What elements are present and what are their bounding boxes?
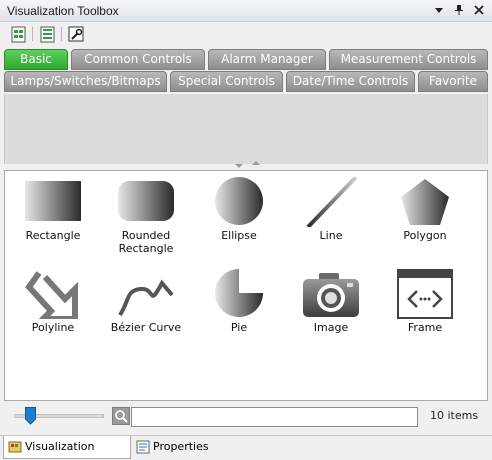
toolbox-icon (8, 441, 22, 453)
toolbox-item-label: Pie (230, 321, 248, 334)
document-tabs: Visualization Toolbox Properties (0, 435, 492, 460)
tab-common-controls[interactable]: Common Controls (71, 49, 205, 70)
toolbar-separator (32, 27, 33, 41)
splitter-grip-icon (252, 161, 260, 165)
window-titlebar: Visualization Toolbox (0, 0, 492, 22)
toolbox-item-polyline[interactable]: Polyline (13, 265, 93, 355)
toolbox-item-label: Image (313, 321, 349, 334)
toolbox-item-line[interactable]: Line (291, 173, 371, 263)
tab-content-area (4, 94, 488, 164)
doc-tab-properties[interactable]: Properties (132, 436, 222, 459)
window-title: Visualization Toolbox (7, 4, 119, 18)
search-input[interactable] (131, 407, 418, 427)
doc-tab-label: Visualization Toolbox (25, 440, 95, 453)
item-count: 10 items (430, 409, 479, 422)
toolbox-grid-button[interactable] (38, 25, 56, 43)
toolbox-item-image[interactable]: Image (291, 265, 371, 355)
bezier-curve-icon (118, 279, 174, 317)
toolbox-items-panel: Rectangle Rounded Rectangle Ellipse Line… (4, 170, 488, 401)
camera-icon (303, 273, 359, 317)
dropdown-arrow-icon[interactable] (432, 3, 446, 17)
tab-favorite[interactable]: Favorite (418, 71, 488, 92)
doc-tab-label: Properties (153, 440, 209, 453)
polygon-icon (401, 179, 449, 225)
toolbox-item-bezier-curve[interactable]: Bézier Curve (106, 265, 186, 355)
properties-icon (136, 440, 150, 454)
toolbar-separator (61, 27, 62, 41)
tab-basic[interactable]: Basic (4, 49, 68, 70)
doc-tab-visualization-toolbox[interactable]: Visualization Toolbox (3, 436, 131, 459)
toolbox-toolbar (0, 22, 492, 46)
tab-date-time-controls[interactable]: Date/Time Controls (286, 71, 415, 92)
pin-icon[interactable] (452, 3, 466, 17)
toolbox-item-frame[interactable]: Frame (385, 265, 465, 355)
splitter-grip-icon (235, 164, 243, 168)
toolbox-item-label: Polygon (403, 229, 447, 242)
rounded-rectangle-icon (118, 181, 174, 221)
toolbox-item-pie[interactable]: Pie (199, 265, 279, 355)
polyline-icon (25, 271, 78, 319)
tab-alarm-manager[interactable]: Alarm Manager (208, 49, 326, 70)
pie-icon (215, 269, 263, 317)
toolbox-item-label: Ellipse (221, 229, 257, 242)
zoom-icon[interactable] (112, 407, 130, 425)
toolbox-item-polygon[interactable]: Polygon (385, 173, 465, 263)
toolbox-list-icon (11, 26, 26, 43)
tab-special-controls[interactable]: Special Controls (170, 71, 283, 92)
toolbox-bottombar: 10 items (0, 401, 492, 435)
toolbox-item-label: Rounded Rectangle (118, 229, 174, 255)
toolbox-item-label: Line (319, 229, 343, 242)
customize-icon (68, 26, 84, 42)
tab-lamps-switches-bitmaps[interactable]: Lamps/Switches/Bitmaps (4, 71, 167, 92)
toolbox-item-ellipse[interactable]: Ellipse (199, 173, 279, 263)
customize-button[interactable] (67, 25, 85, 43)
toolbox-item-label: Frame (407, 321, 443, 334)
toolbox-item-rectangle[interactable]: Rectangle (13, 173, 93, 263)
zoom-slider-thumb[interactable] (24, 407, 36, 425)
toolbox-grid-icon (40, 26, 55, 43)
toolbox-item-label: Rectangle (25, 229, 81, 242)
close-icon[interactable] (472, 3, 486, 17)
frame-icon (397, 269, 453, 319)
toolbox-item-label: Polyline (31, 321, 75, 334)
toolbox-item-label: Bézier Curve (110, 321, 182, 334)
tab-measurement-controls[interactable]: Measurement Controls (329, 49, 488, 70)
ellipse-icon (215, 177, 263, 225)
rectangle-icon (25, 181, 81, 221)
line-icon (306, 177, 358, 227)
toolbox-item-rounded-rectangle[interactable]: Rounded Rectangle (106, 173, 186, 263)
toolbox-list-button[interactable] (9, 25, 27, 43)
